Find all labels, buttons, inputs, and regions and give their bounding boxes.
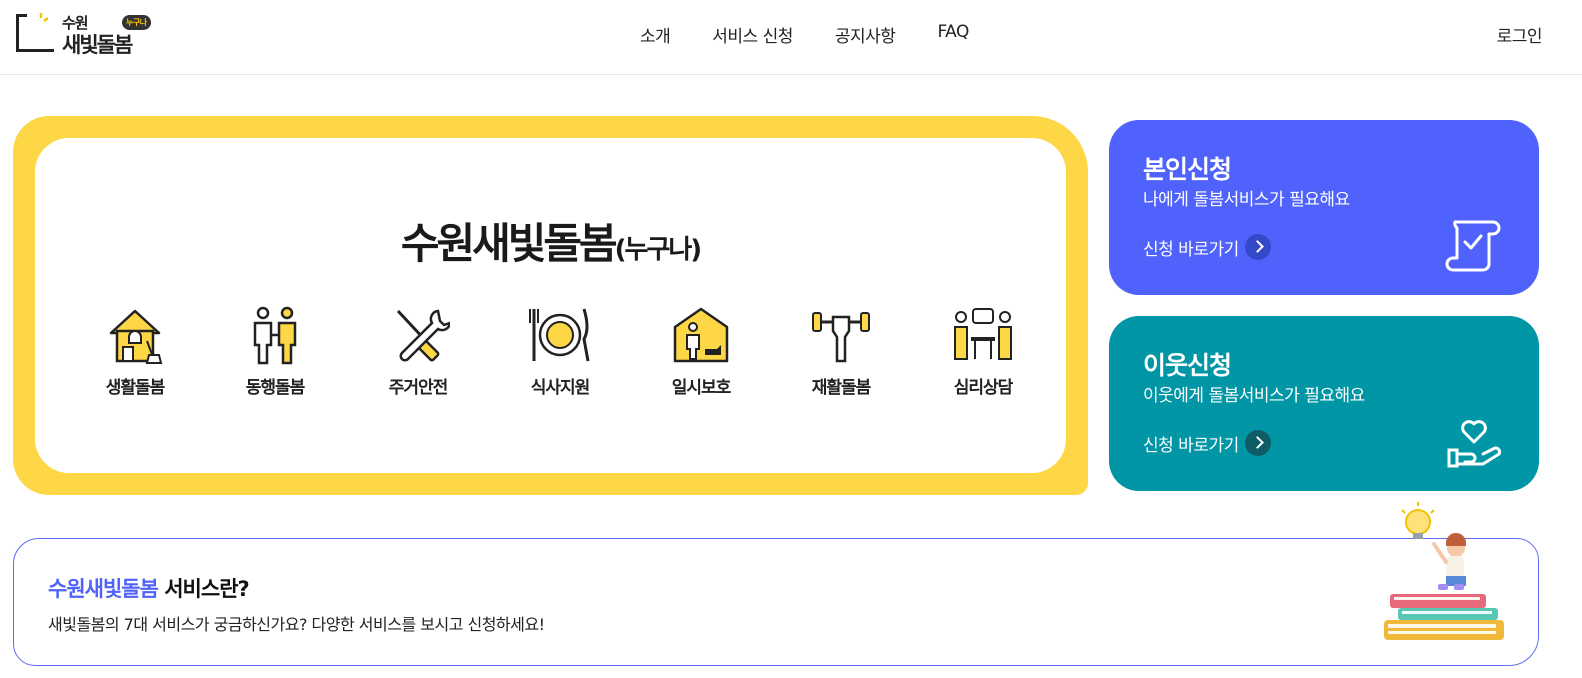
nav-item-faq[interactable]: FAQ <box>937 22 969 48</box>
card-link-label: 신청 바로가기 <box>1143 239 1239 260</box>
info-title-rest: 서비스란? <box>157 577 249 601</box>
service-label: 주거안전 <box>388 378 449 398</box>
hero-title: 수원새빛돌봄(누구나) <box>35 210 1066 271</box>
service-item-rehab-care[interactable]: 재활돌봄 <box>786 303 896 403</box>
house-person-dog-icon <box>673 307 729 363</box>
card-title: 본인신청 <box>1143 155 1232 184</box>
info-title-accent: 수원새빛돌봄 <box>48 577 159 601</box>
screwdriver-wrench-icon <box>396 309 450 362</box>
hero-banner: 수원새빛돌봄(누구나) 생활돌봄 동행돌봄 주거안전 식사지원 일시보호 재활돌… <box>13 116 1088 495</box>
neighbor-apply-link[interactable]: 신청 바로가기 <box>1143 430 1271 456</box>
self-apply-link[interactable]: 신청 바로가기 <box>1143 234 1271 260</box>
heart-hand-icon <box>1447 420 1502 468</box>
service-item-meal-support[interactable]: 식사지원 <box>505 303 615 403</box>
books-lightbulb-illustration <box>1384 502 1504 640</box>
service-item-companion-care[interactable]: 동행돌봄 <box>220 303 330 403</box>
card-title: 이웃신청 <box>1143 351 1232 380</box>
neighbor-apply-card[interactable]: 이웃신청 이웃에게 돌봄서비스가 필요해요 신청 바로가기 <box>1109 316 1539 491</box>
two-people-holding-hands-icon <box>253 306 297 365</box>
nav-item-about[interactable]: 소개 <box>640 22 671 48</box>
service-label: 동행돌봄 <box>245 378 306 398</box>
self-apply-card[interactable]: 본인신청 나에게 돌봄서비스가 필요해요 신청 바로가기 <box>1109 120 1539 295</box>
service-list: 생활돌봄 동행돌봄 주거안전 식사지원 일시보호 재활돌봄 심리상담 <box>80 303 1030 403</box>
service-info-banner[interactable]: 수원새빛돌봄 서비스란? 새빛돌봄의 7대 서비스가 궁금하신가요? 다양한 서… <box>13 538 1539 666</box>
house-broom-icon <box>109 309 163 364</box>
site-header: 수원 새빛돌봄 누구나 소개 서비스 신청 공지사항 FAQ 로그인 <box>0 0 1582 75</box>
service-item-housing-safety[interactable]: 주거안전 <box>363 303 473 403</box>
service-item-temporary-care[interactable]: 일시보호 <box>646 303 756 403</box>
service-label: 생활돌봄 <box>105 378 166 398</box>
main-nav: 소개 서비스 신청 공지사항 FAQ <box>640 22 1011 48</box>
dumbbell-arm-icon <box>812 312 870 363</box>
service-label: 일시보호 <box>671 378 732 398</box>
hero-panel: 수원새빛돌봄(누구나) 생활돌봄 동행돌봄 주거안전 식사지원 일시보호 재활돌… <box>35 138 1066 473</box>
counseling-people-icon <box>954 308 1012 360</box>
logo-text-line2: 새빛돌봄 <box>62 33 133 57</box>
chevron-right-icon <box>1244 234 1271 260</box>
hero-title-sub: (누구나) <box>614 235 703 265</box>
service-label: 식사지원 <box>530 378 591 398</box>
card-desc: 나에게 돌봄서비스가 필요해요 <box>1143 190 1350 210</box>
info-title: 수원새빛돌봄 서비스란? <box>48 573 250 603</box>
card-link-label: 신청 바로가기 <box>1143 435 1239 456</box>
chevron-right-icon <box>1244 430 1271 456</box>
nav-item-apply[interactable]: 서비스 신청 <box>712 22 793 48</box>
service-label: 재활돌봄 <box>811 378 872 398</box>
service-item-counseling[interactable]: 심리상담 <box>928 303 1038 403</box>
fork-plate-knife-icon <box>529 308 590 362</box>
site-logo[interactable]: 수원 새빛돌봄 누구나 <box>16 12 156 57</box>
card-desc: 이웃에게 돌봄서비스가 필요해요 <box>1143 386 1365 406</box>
login-link[interactable]: 로그인 <box>1497 22 1543 47</box>
document-check-icon <box>1445 220 1501 272</box>
service-item-daily-care[interactable]: 생활돌봄 <box>80 303 190 403</box>
service-label: 심리상담 <box>953 378 1014 398</box>
logo-badge: 누구나 <box>122 15 151 30</box>
nav-item-notice[interactable]: 공지사항 <box>835 22 896 48</box>
hero-title-main: 수원새빛돌봄 <box>400 219 618 268</box>
logo-spark-icon <box>39 13 48 22</box>
info-desc: 새빛돌봄의 7대 서비스가 궁금하신가요? 다양한 서비스를 보시고 신청하세요… <box>48 615 545 634</box>
